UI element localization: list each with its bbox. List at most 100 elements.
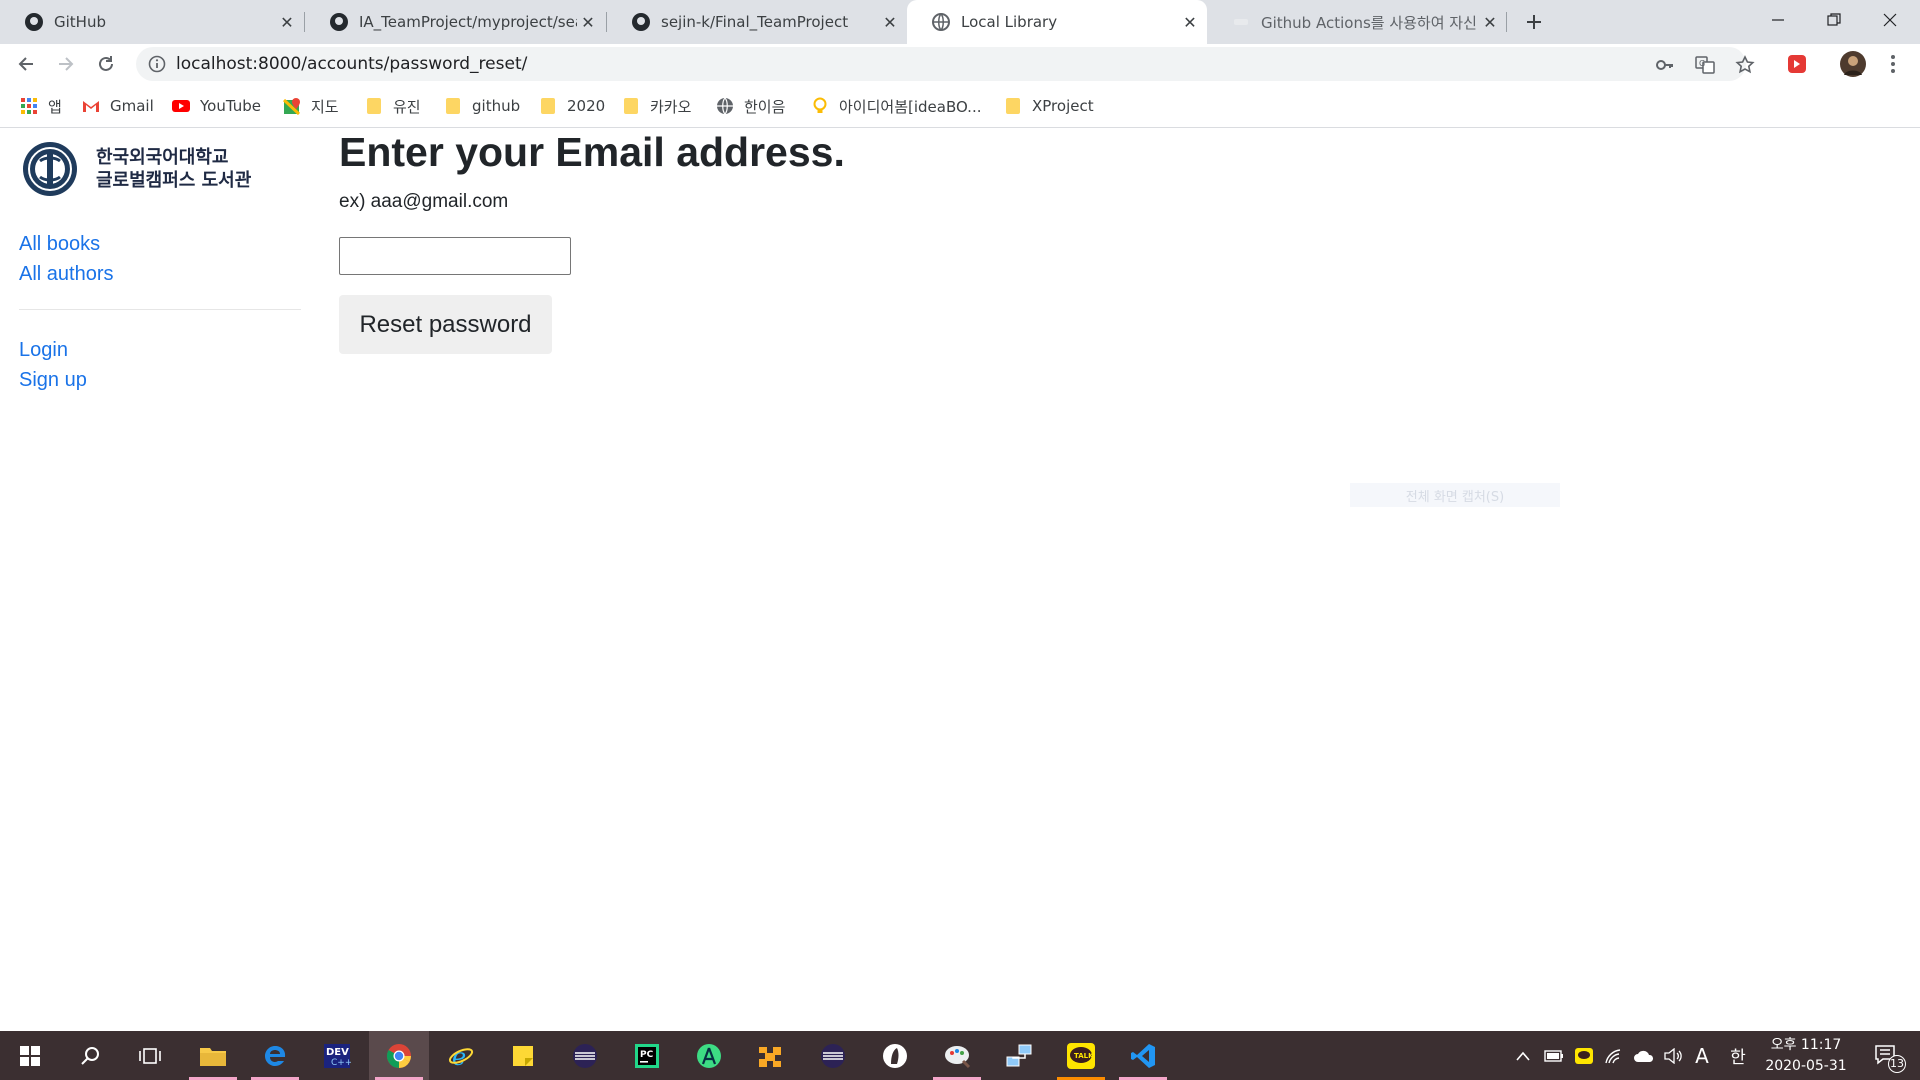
eclipse-icon	[821, 1043, 845, 1068]
taskbar-ie[interactable]: e	[431, 1031, 491, 1080]
taskbar-kakaotalk[interactable]: TALK	[1051, 1031, 1111, 1080]
battery-status[interactable]	[1540, 1031, 1568, 1080]
ime-mode-indicator[interactable]: 한	[1726, 1031, 1750, 1080]
nav-all-authors[interactable]: All authors	[19, 263, 114, 286]
bookmark-apps[interactable]: 앱	[20, 94, 62, 118]
url-text[interactable]: localhost:8000/accounts/password_reset/	[176, 54, 527, 74]
new-tab-button[interactable]	[1520, 8, 1548, 36]
close-icon[interactable]: ✕	[1479, 11, 1501, 33]
address-bar[interactable]: localhost:8000/accounts/password_reset/ …	[136, 47, 1755, 81]
paint-icon	[945, 1045, 971, 1068]
bookmark-gmail[interactable]: Gmail	[82, 94, 154, 118]
app-icon	[883, 1043, 907, 1068]
globe-icon	[931, 12, 951, 32]
taskbar-app[interactable]	[741, 1031, 801, 1080]
taskbar-eclipse-2[interactable]	[803, 1031, 863, 1080]
forward-button[interactable]	[50, 48, 82, 80]
network-icon	[1006, 1044, 1032, 1066]
page-title: Enter your Email address.	[339, 129, 845, 175]
taskbar-pycharm[interactable]: PC	[617, 1031, 677, 1080]
bookmark-folder-2020[interactable]: 2020	[539, 94, 605, 118]
svg-text:G: G	[1699, 59, 1705, 68]
nav-all-books[interactable]: All books	[19, 233, 100, 256]
library-logo[interactable]: 한국외국어대학교 글로벌캠퍼스 도서관	[18, 141, 251, 197]
library-name-line2: 글로벌캠퍼스 도서관	[96, 170, 252, 191]
bookmark-folder-xproject[interactable]: XProject	[1004, 94, 1094, 118]
restore-button[interactable]	[1806, 0, 1862, 40]
key-icon[interactable]	[1654, 54, 1676, 76]
bookmark-maps[interactable]: 지도	[283, 94, 339, 118]
edge-icon	[265, 1045, 286, 1066]
tab-github[interactable]: GitHub ✕	[0, 0, 304, 44]
library-name-line1: 한국외국어대학교	[96, 147, 229, 168]
nav-login[interactable]: Login	[19, 339, 68, 362]
bookmark-folder-github[interactable]: github	[444, 94, 520, 118]
svg-text:TALK: TALK	[1074, 1052, 1094, 1060]
taskbar-eclipse[interactable]	[555, 1031, 615, 1080]
bookmark-star-icon[interactable]	[1734, 54, 1756, 76]
reset-password-button[interactable]: Reset password	[339, 295, 552, 354]
bookmark-youtube[interactable]: YouTube	[172, 94, 261, 118]
folder-icon	[1004, 97, 1022, 115]
bookmark-folder-kakao[interactable]: 카카오	[622, 94, 691, 118]
svg-text:DEV: DEV	[326, 1047, 349, 1058]
reload-button[interactable]	[90, 48, 122, 80]
translate-icon[interactable]: G	[1694, 54, 1716, 76]
bookmark-label: 유진	[393, 97, 421, 116]
apps-icon	[20, 97, 38, 115]
nav-signup[interactable]: Sign up	[19, 369, 87, 392]
taskbar-android-studio[interactable]	[679, 1031, 739, 1080]
bookmark-folder-yujin[interactable]: 유진	[365, 94, 421, 118]
clock[interactable]: 오후 11:17 2020-05-31	[1760, 1035, 1852, 1077]
bookmark-label: 앱	[48, 97, 62, 116]
svg-text:C++: C++	[331, 1058, 351, 1068]
taskbar-file-explorer[interactable]	[183, 1031, 243, 1080]
close-window-button[interactable]	[1862, 0, 1918, 40]
bookmark-label: github	[472, 97, 521, 115]
notification-center-button[interactable]: 13	[1864, 1031, 1910, 1080]
close-icon[interactable]: ✕	[276, 11, 298, 33]
tab-github-actions[interactable]: Github Actions를 사용하여 자신 ✕	[1207, 0, 1507, 44]
email-field[interactable]	[339, 237, 571, 275]
tab-ia-teamproject[interactable]: IA_TeamProject/myproject/searc ✕	[305, 0, 605, 44]
university-emblem-icon	[23, 142, 77, 196]
taskbar-edge[interactable]	[245, 1031, 305, 1080]
folder-icon	[444, 97, 462, 115]
bookmark-haneum[interactable]: 한이음	[716, 94, 785, 118]
back-button[interactable]	[10, 48, 42, 80]
task-view-button[interactable]	[120, 1031, 180, 1080]
volume-control[interactable]	[1660, 1031, 1688, 1080]
taskbar-vscode[interactable]	[1113, 1031, 1173, 1080]
taskbar-sticky-notes[interactable]	[493, 1031, 553, 1080]
taskbar-search[interactable]	[60, 1031, 120, 1080]
tray-kakaotalk[interactable]	[1570, 1031, 1598, 1080]
loading-icon	[1231, 12, 1251, 32]
tab-local-library[interactable]: Local Library ✕	[907, 0, 1207, 44]
menu-icon[interactable]	[1880, 51, 1906, 77]
close-icon[interactable]: ✕	[1179, 11, 1201, 33]
ime-indicator[interactable]: A	[1690, 1031, 1714, 1080]
taskbar-app-2[interactable]	[865, 1031, 925, 1080]
taskbar-paint[interactable]	[927, 1031, 987, 1080]
bookmark-label: 한이음	[744, 97, 786, 116]
avatar[interactable]	[1840, 51, 1866, 77]
minimize-button[interactable]	[1750, 0, 1806, 40]
close-icon[interactable]: ✕	[879, 11, 901, 33]
tab-final-teamproject[interactable]: sejin-k/Final_TeamProject ✕	[607, 0, 907, 44]
wifi-status[interactable]	[1600, 1031, 1628, 1080]
bookmark-label: YouTube	[200, 97, 261, 115]
taskbar-chrome[interactable]	[369, 1031, 429, 1080]
extension-icon[interactable]	[1784, 51, 1810, 77]
bookmark-ideabom[interactable]: 아이디어봄[ideaBO...	[811, 94, 982, 118]
onedrive-status[interactable]	[1630, 1031, 1658, 1080]
close-icon[interactable]: ✕	[577, 11, 599, 33]
bookmarks-bar: 앱 Gmail YouTube 지도 유진 github 2020 카카오 한이…	[0, 84, 1920, 128]
tray-overflow-button[interactable]	[1510, 1031, 1536, 1080]
arrow-left-icon	[18, 57, 33, 71]
start-button[interactable]	[0, 1031, 60, 1080]
taskbar-devcpp[interactable]: DEV C++	[307, 1031, 367, 1080]
task-view-icon	[139, 1047, 161, 1064]
chrome-icon	[386, 1043, 411, 1068]
taskbar-network-app[interactable]	[989, 1031, 1049, 1080]
info-icon[interactable]	[148, 55, 166, 73]
